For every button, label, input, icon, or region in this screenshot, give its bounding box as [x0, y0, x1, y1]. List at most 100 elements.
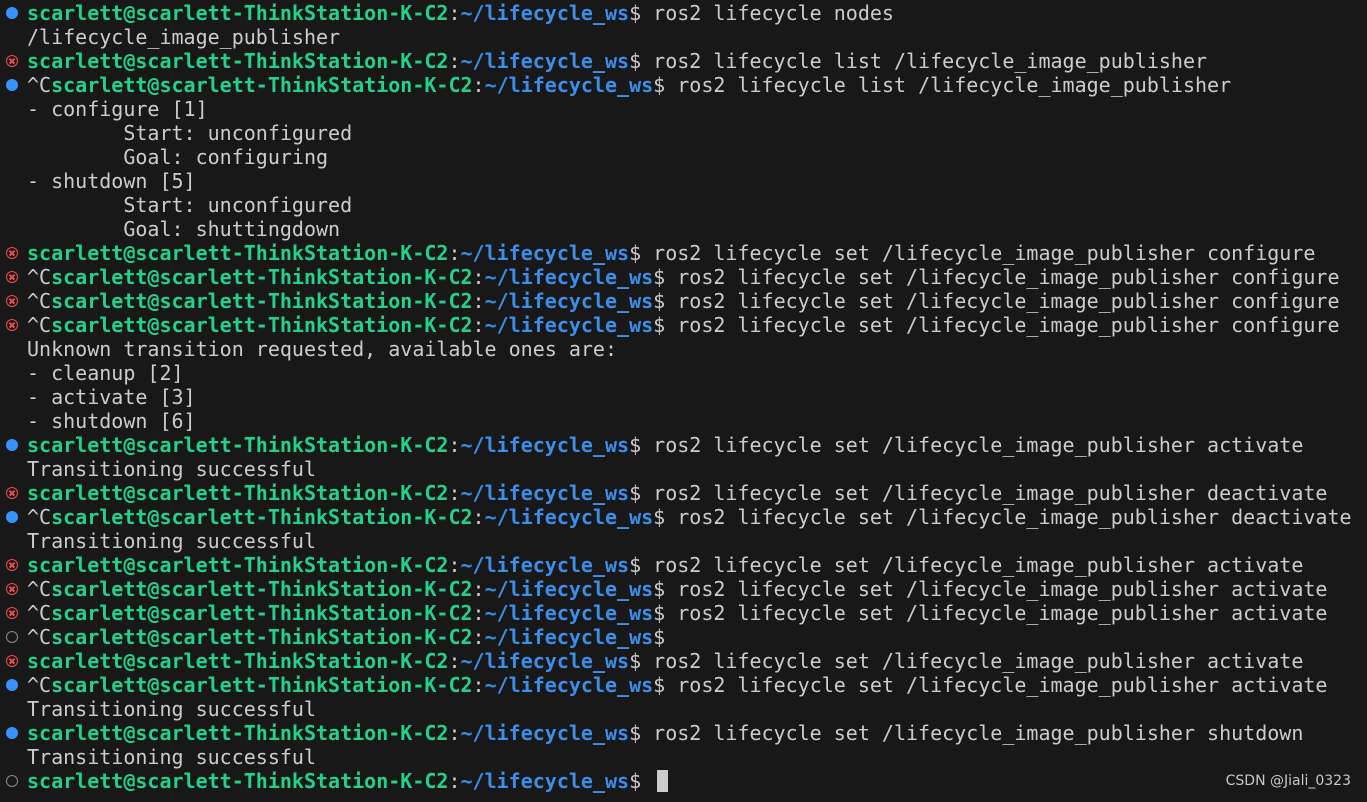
- command-error-icon[interactable]: [6, 655, 18, 667]
- prompt-colon: :: [448, 433, 461, 457]
- output-text: Transitioning successful: [27, 745, 316, 769]
- terminal[interactable]: scarlett@scarlett-ThinkStation-K-C2:~/li…: [0, 0, 1367, 802]
- output-line: Goal: configuring: [0, 145, 1367, 169]
- prompt-path: ~/lifecycle_ws: [484, 265, 654, 289]
- command-success-icon[interactable]: [6, 7, 18, 19]
- prompt-dollar: $: [629, 553, 642, 577]
- output-line: Unknown transition requested, available …: [0, 337, 1367, 361]
- output-line: - shutdown [5]: [0, 169, 1367, 193]
- prompt-colon: :: [448, 241, 461, 265]
- command-error-icon[interactable]: [6, 559, 18, 571]
- prompt-dollar: $: [629, 1, 642, 25]
- prompt-user-host: scarlett@scarlett-ThinkStation-K-C2: [51, 505, 473, 529]
- command-error-icon[interactable]: [6, 295, 18, 307]
- prompt-line: scarlett@scarlett-ThinkStation-K-C2:~/li…: [0, 553, 1367, 577]
- output-line: Goal: shuttingdown: [0, 217, 1367, 241]
- ctrl-c-marker: ^C: [27, 673, 52, 697]
- command-idle-icon[interactable]: [6, 775, 18, 787]
- prompt-line: scarlett@scarlett-ThinkStation-K-C2:~/li…: [0, 721, 1367, 745]
- prompt-user-host: scarlett@scarlett-ThinkStation-K-C2: [51, 673, 473, 697]
- prompt-user-host: scarlett@scarlett-ThinkStation-K-C2: [51, 73, 473, 97]
- output-line: - configure [1]: [0, 97, 1367, 121]
- command-error-icon[interactable]: [6, 319, 18, 331]
- prompt-user-host: scarlett@scarlett-ThinkStation-K-C2: [51, 289, 473, 313]
- command-text: ros2 lifecycle set /lifecycle_image_publ…: [665, 505, 1352, 529]
- prompt-line: scarlett@scarlett-ThinkStation-K-C2:~/li…: [0, 481, 1367, 505]
- output-line: Start: unconfigured: [0, 121, 1367, 145]
- prompt-line: scarlett@scarlett-ThinkStation-K-C2:~/li…: [0, 1, 1367, 25]
- command-text: ros2 lifecycle list /lifecycle_image_pub…: [641, 49, 1208, 73]
- prompt-colon: :: [472, 673, 485, 697]
- ctrl-c-marker: ^C: [27, 577, 52, 601]
- command-text: ros2 lifecycle set /lifecycle_image_publ…: [665, 673, 1328, 697]
- prompt-path: ~/lifecycle_ws: [460, 649, 630, 673]
- command-error-icon[interactable]: [6, 487, 18, 499]
- prompt-path: ~/lifecycle_ws: [460, 1, 630, 25]
- prompt-user-host: scarlett@scarlett-ThinkStation-K-C2: [27, 1, 449, 25]
- prompt-dollar: $: [653, 313, 666, 337]
- prompt-line: ^Cscarlett@scarlett-ThinkStation-K-C2:~/…: [0, 673, 1367, 697]
- prompt-line: ^Cscarlett@scarlett-ThinkStation-K-C2:~/…: [0, 73, 1367, 97]
- output-line: Transitioning successful: [0, 697, 1367, 721]
- command-text: ros2 lifecycle nodes: [641, 1, 894, 25]
- command-error-icon[interactable]: [6, 607, 18, 619]
- prompt-dollar: $: [629, 49, 642, 73]
- command-error-icon[interactable]: [6, 271, 18, 283]
- command-text: ros2 lifecycle set /lifecycle_image_publ…: [641, 649, 1304, 673]
- prompt-path: ~/lifecycle_ws: [484, 289, 654, 313]
- prompt-path: ~/lifecycle_ws: [460, 481, 630, 505]
- command-success-icon[interactable]: [6, 511, 18, 523]
- command-error-icon[interactable]: [6, 247, 18, 259]
- ctrl-c-marker: ^C: [27, 73, 52, 97]
- prompt-dollar: $: [629, 481, 642, 505]
- prompt-colon: :: [448, 721, 461, 745]
- output-text: - activate [3]: [27, 385, 196, 409]
- prompt-path: ~/lifecycle_ws: [484, 673, 654, 697]
- prompt-line: ^Cscarlett@scarlett-ThinkStation-K-C2:~/…: [0, 625, 1367, 649]
- command-idle-icon[interactable]: [6, 631, 18, 643]
- prompt-colon: :: [448, 49, 461, 73]
- ctrl-c-marker: ^C: [27, 265, 52, 289]
- output-text: Unknown transition requested, available …: [27, 337, 618, 361]
- command-text: ros2 lifecycle set /lifecycle_image_publ…: [641, 553, 1304, 577]
- prompt-dollar: $: [653, 625, 666, 649]
- output-text: Goal: configuring: [27, 145, 329, 169]
- output-line: - activate [3]: [0, 385, 1367, 409]
- terminal-output: scarlett@scarlett-ThinkStation-K-C2:~/li…: [0, 1, 1367, 793]
- output-text: - shutdown [6]: [27, 409, 196, 433]
- command-text: ros2 lifecycle set /lifecycle_image_publ…: [665, 313, 1340, 337]
- output-line: Transitioning successful: [0, 457, 1367, 481]
- output-text: - cleanup [2]: [27, 361, 184, 385]
- output-line: /lifecycle_image_publisher: [0, 25, 1367, 49]
- prompt-user-host: scarlett@scarlett-ThinkStation-K-C2: [27, 649, 449, 673]
- prompt-user-host: scarlett@scarlett-ThinkStation-K-C2: [27, 769, 449, 793]
- prompt-path: ~/lifecycle_ws: [484, 505, 654, 529]
- command-text: ros2 lifecycle list /lifecycle_image_pub…: [665, 73, 1232, 97]
- command-error-icon[interactable]: [6, 583, 18, 595]
- output-line: Transitioning successful: [0, 745, 1367, 769]
- command-success-icon[interactable]: [6, 439, 18, 451]
- prompt-colon: :: [448, 481, 461, 505]
- prompt-line: ^Cscarlett@scarlett-ThinkStation-K-C2:~/…: [0, 601, 1367, 625]
- prompt-path: ~/lifecycle_ws: [484, 313, 654, 337]
- ctrl-c-marker: ^C: [27, 601, 52, 625]
- prompt-line: scarlett@scarlett-ThinkStation-K-C2:~/li…: [0, 241, 1367, 265]
- command-text: ros2 lifecycle set /lifecycle_image_publ…: [665, 289, 1340, 313]
- prompt-path: ~/lifecycle_ws: [460, 433, 630, 457]
- prompt-line: ^Cscarlett@scarlett-ThinkStation-K-C2:~/…: [0, 505, 1367, 529]
- command-text: ros2 lifecycle set /lifecycle_image_publ…: [665, 265, 1340, 289]
- command-error-icon[interactable]: [6, 55, 18, 67]
- text-cursor[interactable]: [657, 770, 669, 792]
- output-text: Transitioning successful: [27, 457, 316, 481]
- prompt-user-host: scarlett@scarlett-ThinkStation-K-C2: [51, 265, 473, 289]
- command-success-icon[interactable]: [6, 79, 18, 91]
- prompt-line: scarlett@scarlett-ThinkStation-K-C2:~/li…: [0, 769, 1367, 793]
- prompt-colon: :: [472, 577, 485, 601]
- prompt-line: ^Cscarlett@scarlett-ThinkStation-K-C2:~/…: [0, 289, 1367, 313]
- command-success-icon[interactable]: [6, 727, 18, 739]
- command-success-icon[interactable]: [6, 679, 18, 691]
- output-text: Start: unconfigured: [27, 121, 353, 145]
- prompt-line: scarlett@scarlett-ThinkStation-K-C2:~/li…: [0, 649, 1367, 673]
- prompt-user-host: scarlett@scarlett-ThinkStation-K-C2: [27, 433, 449, 457]
- prompt-colon: :: [448, 1, 461, 25]
